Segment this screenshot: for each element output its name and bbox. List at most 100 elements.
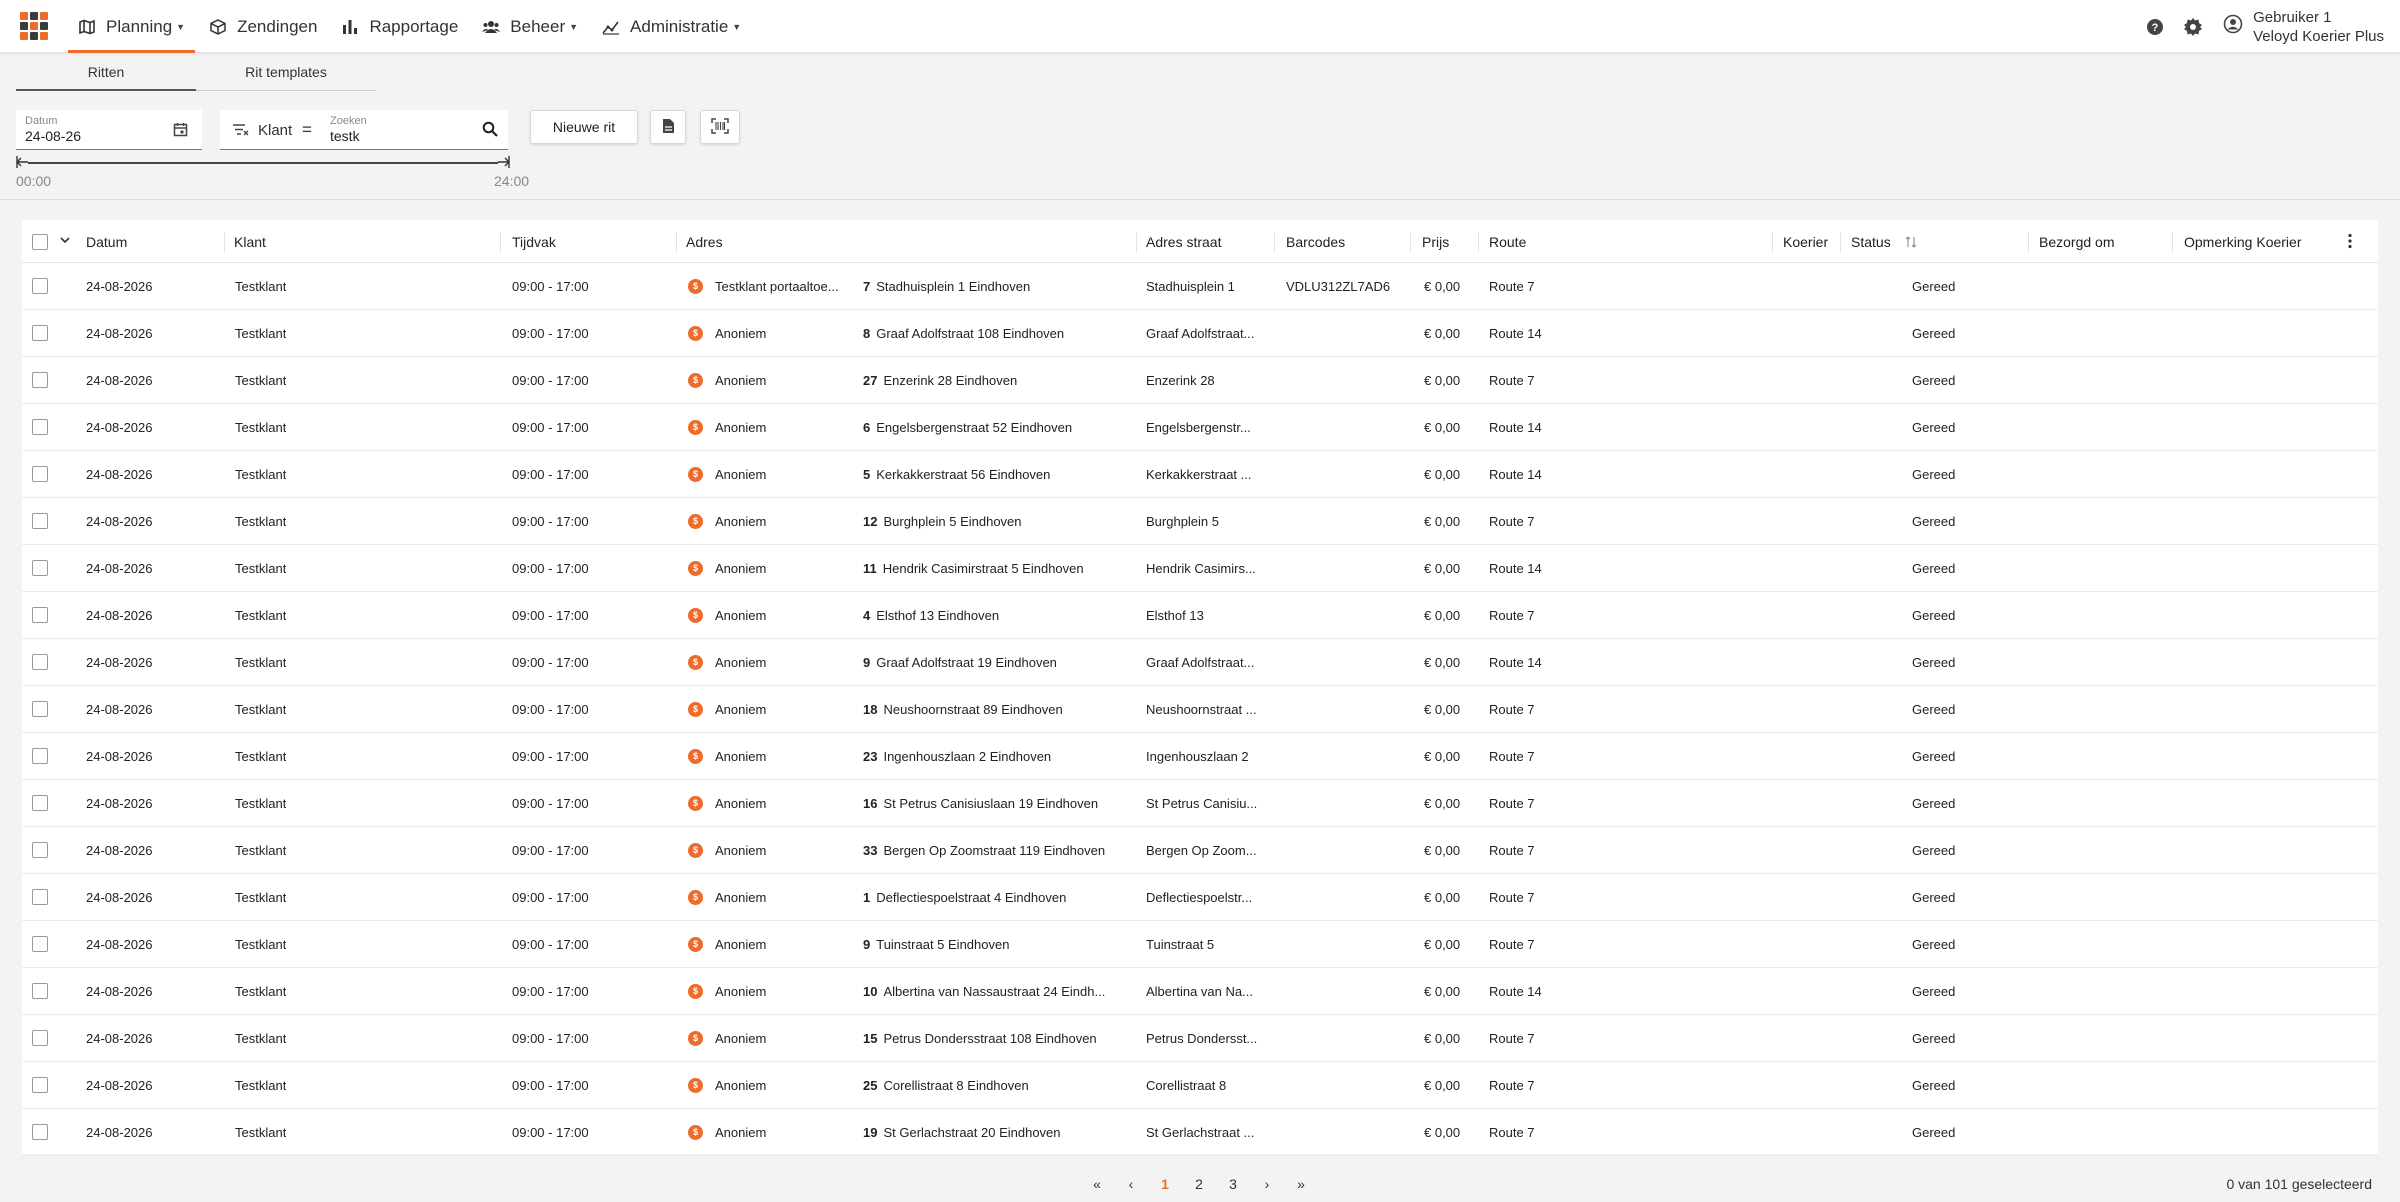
page-2-button[interactable]: 2 [1182,1176,1216,1192]
cell-adres-straat: St Gerlachstraat ... [1146,1125,1255,1140]
column-adres[interactable]: Adres [686,234,723,250]
table-row[interactable]: 24-08-2026 Testklant 09:00 - 17:00 $ Anoniem… [22,968,2378,1015]
help-icon[interactable]: ? [2143,15,2167,39]
new-ride-button[interactable]: Nieuwe rit [530,110,638,144]
table-row[interactable]: 24-08-2026 Testklant 09:00 - 17:00 $ Testkla… [22,263,2378,310]
table-row[interactable]: 24-08-2026 Testklant 09:00 - 17:00 $ Anoniem… [22,639,2378,686]
time-end-label: 24:00 [494,173,530,189]
column-prijs[interactable]: Prijs [1422,234,1449,250]
table-row[interactable]: 24-08-2026 Testklant 09:00 - 17:00 $ Anoniem… [22,827,2378,874]
sort-icon[interactable] [1905,235,1917,251]
table-row[interactable]: 24-08-2026 Testklant 09:00 - 17:00 $ Anoniem… [22,310,2378,357]
column-bezorgd-om[interactable]: Bezorgd om [2039,234,2114,250]
row-checkbox[interactable] [32,889,48,905]
column-adres-straat[interactable]: Adres straat [1146,234,1221,250]
select-all-checkbox[interactable] [32,234,48,250]
row-checkbox[interactable] [32,1077,48,1093]
filter-field-select[interactable]: Klant [258,122,292,139]
cell-klant: Testklant [235,843,287,858]
table-row[interactable]: 24-08-2026 Testklant 09:00 - 17:00 $ Anoniem… [22,686,2378,733]
table-row[interactable]: 24-08-2026 Testklant 09:00 - 17:00 $ Anoniem… [22,451,2378,498]
row-checkbox[interactable] [32,701,48,717]
nav-zendingen[interactable]: Zendingen [197,0,329,53]
column-tijdvak[interactable]: Tijdvak [512,234,556,250]
table-row[interactable]: 24-08-2026 Testklant 09:00 - 17:00 $ Anoniem… [22,1015,2378,1062]
search-input[interactable]: testk [330,128,360,144]
cell-tijdvak: 09:00 - 17:00 [512,937,589,952]
time-range-slider[interactable] [16,154,510,172]
row-checkbox[interactable] [32,278,48,294]
row-checkbox[interactable] [32,466,48,482]
cell-datum: 24-08-2026 [86,1078,153,1093]
table-row[interactable]: 24-08-2026 Testklant 09:00 - 17:00 $ Anoniem… [22,733,2378,780]
row-checkbox[interactable] [32,654,48,670]
barcode-scan-button[interactable] [700,110,740,144]
column-koerier[interactable]: Koerier [1783,234,1828,250]
table-row[interactable]: 24-08-2026 Testklant 09:00 - 17:00 $ Anoniem… [22,357,2378,404]
app-logo[interactable] [20,12,48,40]
first-page-button[interactable]: « [1080,1176,1114,1192]
row-checkbox[interactable] [32,1030,48,1046]
table-row[interactable]: 24-08-2026 Testklant 09:00 - 17:00 $ Anoniem… [22,592,2378,639]
table-row[interactable]: 24-08-2026 Testklant 09:00 - 17:00 $ Anoniem… [22,874,2378,921]
table-row[interactable]: 24-08-2026 Testklant 09:00 - 17:00 $ Anoniem… [22,1109,2378,1156]
nav-beheer[interactable]: Beheer ▼ [470,0,590,53]
row-checkbox[interactable] [32,513,48,529]
row-checkbox[interactable] [32,1124,48,1140]
cell-klant: Testklant [235,514,287,529]
row-checkbox[interactable] [32,842,48,858]
column-klant[interactable]: Klant [234,234,266,250]
table-row[interactable]: 24-08-2026 Testklant 09:00 - 17:00 $ Anoniem… [22,1062,2378,1109]
cell-naam: Anoniem [715,655,767,670]
range-end-handle[interactable] [496,156,510,171]
column-opmerking-koerier[interactable]: Opmerking Koerier [2184,234,2302,250]
row-checkbox[interactable] [32,983,48,999]
row-checkbox[interactable] [32,372,48,388]
row-checkbox[interactable] [32,325,48,341]
row-checkbox[interactable] [32,419,48,435]
search-icon[interactable] [482,121,498,142]
cell-datum: 24-08-2026 [86,843,153,858]
table-row[interactable]: 24-08-2026 Testklant 09:00 - 17:00 $ Anoniem… [22,780,2378,827]
cell-status: Gereed [1912,373,1956,388]
table-row[interactable]: 24-08-2026 Testklant 09:00 - 17:00 $ Anoniem… [22,921,2378,968]
more-vertical-icon[interactable] [2347,233,2353,252]
chevron-down-icon[interactable] [59,233,71,249]
right-nav: ? Gebruiker 1 Veloyd Koerier Plus [2143,0,2400,53]
row-checkbox[interactable] [32,748,48,764]
filter-icon[interactable] [232,123,249,142]
cell-prijs: € 0,00 [1424,373,1461,388]
row-checkbox[interactable] [32,560,48,576]
table-row[interactable]: 24-08-2026 Testklant 09:00 - 17:00 $ Anoniem… [22,498,2378,545]
calendar-icon[interactable] [173,122,188,142]
column-datum[interactable]: Datum [86,234,127,250]
gear-icon[interactable] [2181,15,2205,39]
nav-administratie[interactable]: Administratie ▼ [590,0,753,53]
cell-naam: Anoniem [715,1031,767,1046]
page-1-button[interactable]: 1 [1148,1176,1182,1192]
row-checkbox[interactable] [32,936,48,952]
last-page-button[interactable]: » [1284,1176,1318,1192]
column-barcodes[interactable]: Barcodes [1286,234,1345,250]
column-status[interactable]: Status [1851,234,1891,250]
address-text: Kerkakkerstraat 56 Eindhoven [876,467,1051,482]
tab-rit-templates[interactable]: Rit templates [196,53,376,91]
prev-page-button[interactable]: ‹ [1114,1176,1148,1192]
nav-rapportage[interactable]: Rapportage [329,0,470,53]
row-checkbox[interactable] [32,795,48,811]
date-field[interactable]: Datum 24-08-26 [16,110,202,150]
cell-tijdvak: 09:00 - 17:00 [512,984,589,999]
table-row[interactable]: 24-08-2026 Testklant 09:00 - 17:00 $ Anoniem… [22,545,2378,592]
nav-planning[interactable]: Planning ▼ [66,0,197,53]
next-page-button[interactable]: › [1250,1176,1284,1192]
column-route[interactable]: Route [1489,234,1526,250]
address-text: Tuinstraat 5 Eindhoven [876,937,1010,952]
user-menu[interactable]: Gebruiker 1 Veloyd Koerier Plus [2223,8,2384,46]
document-button[interactable] [650,110,686,144]
filter-operator[interactable]: = [302,120,312,140]
row-checkbox[interactable] [32,607,48,623]
page-3-button[interactable]: 3 [1216,1176,1250,1192]
cell-klant: Testklant [235,467,287,482]
tab-ritten[interactable]: Ritten [16,53,196,91]
table-row[interactable]: 24-08-2026 Testklant 09:00 - 17:00 $ Anoniem… [22,404,2378,451]
